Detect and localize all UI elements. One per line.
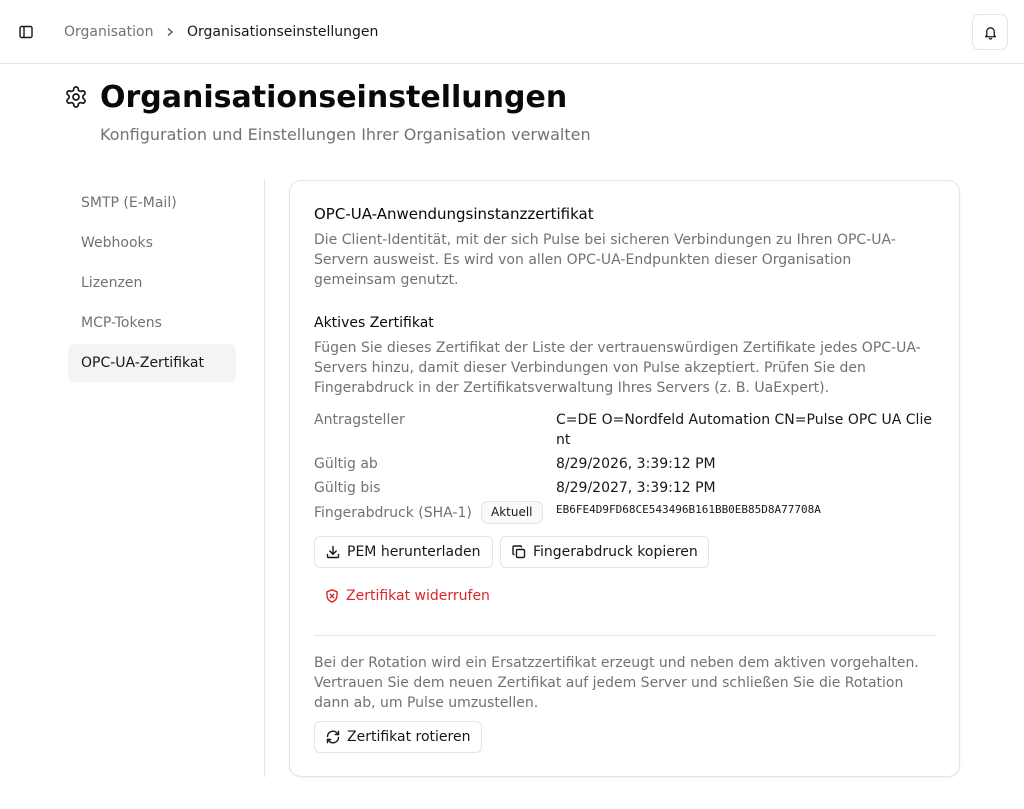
nav-item-mcp-tokens[interactable]: MCP-Tokens bbox=[68, 304, 236, 342]
valid-to-label: Gültig bis bbox=[314, 480, 381, 496]
shield-x-icon bbox=[326, 589, 338, 603]
fingerprint-value: EB6FE4D9FD68CE543496B161BB0EB85D8A77708A bbox=[556, 503, 821, 516]
top-bar: Organisation Organisationseinstellungen bbox=[0, 0, 1024, 64]
rotate-certificate-button[interactable]: Zertifikat rotieren bbox=[314, 721, 482, 753]
copy-fingerprint-button[interactable]: Fingerabdruck kopieren bbox=[500, 536, 709, 568]
card-description: Die Client-Identität, mit der sich Pulse… bbox=[314, 232, 896, 288]
nav-item-lizenzen[interactable]: Lizenzen bbox=[68, 264, 236, 302]
copy-icon bbox=[512, 545, 526, 559]
active-certificate-description: Fügen Sie dieses Zertifikat der Liste de… bbox=[314, 340, 921, 396]
download-pem-button[interactable]: PEM herunterladen bbox=[314, 536, 493, 568]
revoke-certificate-label: Zertifikat widerrufen bbox=[346, 588, 490, 604]
subject-label: Antragsteller bbox=[314, 412, 405, 428]
settings-nav: SMTP (E-Mail) Webhooks Lizenzen MCP-Toke… bbox=[68, 184, 236, 384]
fingerprint-label: Fingerabdruck (SHA-1) bbox=[314, 505, 472, 521]
chevron-right-icon bbox=[163, 24, 177, 40]
refresh-icon bbox=[326, 730, 340, 744]
certificate-card: OPC-UA-Anwendungsinstanzzertifikat Die C… bbox=[289, 180, 960, 777]
rotate-certificate-label: Zertifikat rotieren bbox=[347, 729, 471, 745]
notifications-button[interactable] bbox=[972, 14, 1008, 50]
valid-from-label: Gültig ab bbox=[314, 456, 378, 472]
nav-item-smtp[interactable]: SMTP (E-Mail) bbox=[68, 184, 236, 222]
bell-icon bbox=[984, 26, 996, 40]
nav-item-opc-ua-zertifikat[interactable]: OPC-UA-Zertifikat bbox=[68, 344, 236, 382]
section-divider bbox=[314, 635, 936, 636]
gear-icon bbox=[66, 86, 86, 108]
breadcrumb-organisation[interactable]: Organisation bbox=[64, 23, 153, 41]
valid-from-value: 8/29/2026, 3:39:12 PM bbox=[556, 456, 716, 472]
nav-item-webhooks[interactable]: Webhooks bbox=[68, 224, 236, 262]
rotation-description: Bei der Rotation wird ein Ersatzzertifik… bbox=[314, 655, 919, 711]
active-certificate-title: Aktives Zertifikat bbox=[314, 315, 434, 331]
subject-value: C=DE O=Nordfeld Automation CN=Pulse OPC … bbox=[556, 412, 932, 448]
panel-left-icon[interactable] bbox=[14, 20, 38, 44]
page-title: Organisationseinstellungen bbox=[100, 80, 568, 115]
valid-to-value: 8/29/2027, 3:39:12 PM bbox=[556, 480, 716, 496]
fingerprint-status-badge: Aktuell bbox=[481, 501, 543, 524]
copy-fingerprint-label: Fingerabdruck kopieren bbox=[533, 544, 698, 560]
revoke-certificate-button[interactable]: Zertifikat widerrufen bbox=[314, 580, 504, 612]
breadcrumb-current: Organisationseinstellungen bbox=[187, 24, 379, 40]
nav-divider bbox=[264, 180, 265, 777]
download-icon bbox=[326, 545, 340, 559]
download-pem-label: PEM herunterladen bbox=[347, 544, 481, 560]
page-subtitle: Konfiguration und Einstellungen Ihrer Or… bbox=[100, 125, 591, 144]
card-title: OPC-UA-Anwendungsinstanzzertifikat bbox=[314, 205, 594, 223]
